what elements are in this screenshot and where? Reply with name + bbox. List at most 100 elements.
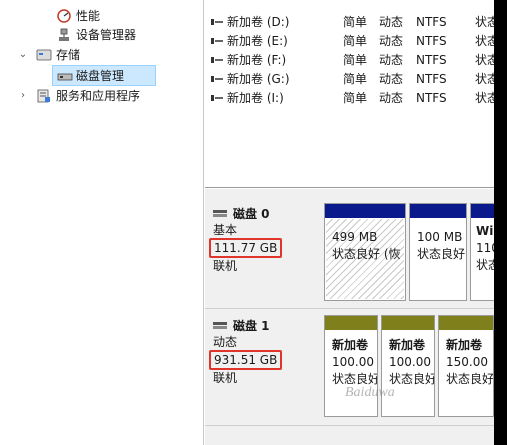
window-edge xyxy=(494,0,507,445)
tree-item-label: 服务和应用程序 xyxy=(56,89,141,103)
disk-kind: 基本 xyxy=(213,223,238,237)
tree-item-device-manager[interactable]: 设备管理器 xyxy=(0,25,204,45)
volume-name: 新加卷 (G:) xyxy=(227,72,290,86)
partition-status: 状态良好 xyxy=(417,247,466,261)
volume-fs: NTFS xyxy=(416,72,447,86)
volume-row[interactable]: 新加卷 (E:) 简单 动态 NTFS 状态 xyxy=(205,32,494,50)
volume-status: 状态 xyxy=(475,34,494,48)
tree-item-storage[interactable]: ⌄ 存储 xyxy=(0,45,204,65)
partition[interactable]: 新加卷 100.00 状态良好 xyxy=(324,315,378,417)
partition-size: 100 MB xyxy=(417,230,463,244)
performance-icon xyxy=(56,8,72,23)
disk-name: 磁盘 1 xyxy=(233,319,270,333)
partition-body: 100 MB 状态良好 xyxy=(411,219,465,299)
partition-status: 状态良好 xyxy=(389,372,435,386)
partition[interactable]: 100 MB 状态良好 xyxy=(409,203,467,301)
tree-item-label: 性能 xyxy=(76,9,101,23)
partition-body: 新加卷 150.00 状态良好 xyxy=(440,331,494,415)
disk-state: 联机 xyxy=(213,371,238,385)
partition-title: Wi xyxy=(476,224,494,238)
volume-layout: 简单 xyxy=(343,15,368,29)
volume-icon xyxy=(211,57,223,63)
volume-type: 动态 xyxy=(379,34,404,48)
disk-icon xyxy=(213,209,227,218)
partition-bar xyxy=(325,204,405,218)
disk-size: 931.51 GB xyxy=(214,353,278,367)
watermark: Baiduwa xyxy=(345,385,395,400)
volume-type: 动态 xyxy=(379,53,404,67)
partition-body: 新加卷 100.00 状态良好 xyxy=(383,331,435,415)
partition-bar xyxy=(325,316,377,330)
volume-name: 新加卷 (F:) xyxy=(227,53,287,67)
disk-0-info[interactable]: 磁盘 0 基本 111.77 GB 联机 xyxy=(209,206,318,274)
volume-status: 状态 xyxy=(475,72,494,86)
partition-bar xyxy=(439,316,493,330)
disk-name: 磁盘 0 xyxy=(233,207,270,221)
tree-item-label: 存储 xyxy=(56,48,81,62)
partition-size: 150.00 xyxy=(446,355,488,369)
services-icon xyxy=(36,89,52,103)
volume-fs: NTFS xyxy=(416,34,447,48)
disk-size-highlight: 931.51 GB xyxy=(209,350,283,370)
volume-layout: 简单 xyxy=(343,91,368,105)
chevron-down-icon[interactable]: ⌄ xyxy=(18,50,28,60)
partition[interactable]: 新加卷 100.00 状态良好 xyxy=(381,315,435,417)
volume-row[interactable]: 新加卷 (G:) 简单 动态 NTFS 状态 xyxy=(205,70,494,88)
volume-status: 状态 xyxy=(475,15,494,29)
tree-item-services[interactable]: › 服务和应用程序 xyxy=(0,86,204,106)
volume-status: 状态 xyxy=(475,53,494,67)
disk-kind: 动态 xyxy=(213,335,238,349)
partition-title: 新加卷 xyxy=(332,338,369,352)
tree-item-performance[interactable]: 性能 xyxy=(0,6,204,26)
navigation-tree: 性能 设备管理器 ⌄ 存储 磁盘管理 › 服务和应用程序 xyxy=(0,0,204,445)
tree-item-disk-management[interactable]: 磁盘管理 xyxy=(52,65,156,86)
chevron-right-icon[interactable]: › xyxy=(18,91,28,101)
disk-size-highlight: 111.77 GB xyxy=(209,238,283,258)
volume-row[interactable]: 新加卷 (I:) 简单 动态 NTFS 状态 xyxy=(205,89,494,107)
partition-status: 状态良好 xyxy=(446,372,494,386)
partition-size: 110 xyxy=(476,241,494,255)
volume-fs: NTFS xyxy=(416,53,447,67)
partition[interactable]: Wi 110 状态 xyxy=(470,203,494,301)
volume-status: 状态 xyxy=(475,91,494,105)
volume-row[interactable]: 新加卷 (F:) 简单 动态 NTFS 状态 xyxy=(205,51,494,69)
partition-bar xyxy=(410,204,466,218)
volume-name: 新加卷 (E:) xyxy=(227,34,288,48)
divider xyxy=(205,308,494,309)
volume-row[interactable]: 新加卷 (D:) 简单 动态 NTFS 状态 xyxy=(205,13,494,31)
partition-status: 状态良好 (恢 xyxy=(332,247,401,261)
volume-fs: NTFS xyxy=(416,15,447,29)
partition-size: 499 MB xyxy=(332,230,378,244)
volume-layout: 简单 xyxy=(343,72,368,86)
partition-bar xyxy=(471,204,494,218)
volume-icon xyxy=(211,95,223,101)
volume-list: 新加卷 (D:) 简单 动态 NTFS 状态 新加卷 (E:) 简单 动态 NT… xyxy=(205,0,494,188)
disk-graphic-view: 磁盘 0 基本 111.77 GB 联机 499 MB 状态良好 (恢 100 … xyxy=(205,189,494,445)
partition[interactable]: 499 MB 状态良好 (恢 xyxy=(324,203,406,301)
partition-title: 新加卷 xyxy=(389,338,426,352)
storage-icon xyxy=(36,48,52,62)
partition-title: 新加卷 xyxy=(446,338,483,352)
partition-size: 100.00 xyxy=(332,355,374,369)
disk-size: 111.77 GB xyxy=(214,241,278,255)
volume-layout: 简单 xyxy=(343,53,368,67)
disk-icon xyxy=(213,321,227,330)
device-manager-icon xyxy=(56,28,72,42)
partition[interactable]: 新加卷 150.00 状态良好 xyxy=(438,315,494,417)
volume-layout: 简单 xyxy=(343,34,368,48)
partition-bar xyxy=(382,316,434,330)
partition-size: 100.00 xyxy=(389,355,431,369)
volume-icon xyxy=(211,19,223,25)
volume-type: 动态 xyxy=(379,91,404,105)
divider xyxy=(205,425,494,426)
volume-type: 动态 xyxy=(379,72,404,86)
disk-state: 联机 xyxy=(213,259,238,273)
tree-item-label: 设备管理器 xyxy=(76,28,137,42)
tree-item-label: 磁盘管理 xyxy=(76,69,125,83)
disk-management-window: 性能 设备管理器 ⌄ 存储 磁盘管理 › 服务和应用程序 新加卷 (D:) 简单… xyxy=(0,0,507,445)
disk-management-icon xyxy=(57,69,73,83)
disk-1-info[interactable]: 磁盘 1 动态 931.51 GB 联机 xyxy=(209,318,318,386)
volume-type: 动态 xyxy=(379,15,404,29)
partition-body: Wi 110 状态 xyxy=(472,219,494,299)
volume-fs: NTFS xyxy=(416,91,447,105)
